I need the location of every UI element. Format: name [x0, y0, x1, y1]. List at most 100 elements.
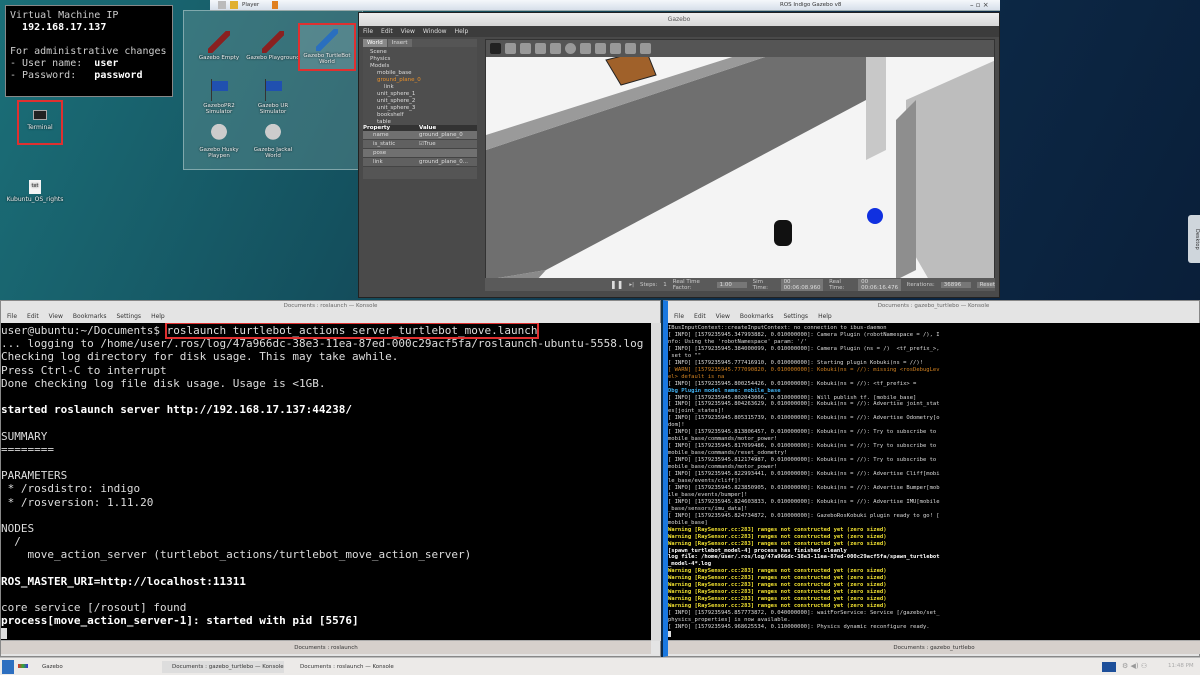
tab-insert[interactable]: Insert [387, 39, 412, 47]
tree-item[interactable]: link [363, 84, 477, 91]
menu-bookmarks[interactable]: Bookmarks [73, 313, 107, 320]
task-konsole-roslaunch[interactable]: Documents : roslaunch — Konsole [290, 661, 394, 673]
menu-view[interactable]: View [49, 313, 63, 320]
vm-toolbar: Player ROS Indigo Gazebo v8 – ▫ × [210, 0, 1000, 11]
konsole-menubar: File Edit View Bookmarks Settings Help [668, 311, 1199, 323]
property-name: is_static [373, 141, 396, 147]
menu-settings[interactable]: Settings [116, 313, 141, 320]
cursor [668, 630, 671, 637]
property-row[interactable]: name ground_plane_0 [363, 131, 477, 140]
property-row[interactable]: is_static ☑ True [363, 140, 477, 149]
tree-item[interactable]: unit_sphere_2 [363, 98, 477, 105]
terminal-line: dom]! [668, 422, 685, 429]
prompt: user@ubuntu:~/Documents$ [1, 324, 167, 337]
scrollbar[interactable] [651, 323, 661, 641]
tree-item[interactable]: Models [363, 63, 477, 70]
tree-item[interactable]: unit_sphere_3 [363, 105, 477, 112]
terminal-output[interactable]: user@ubuntu:~/Documents$ roslaunch turtl… [1, 323, 651, 641]
terminal-line: mobile_base/commands/reset_odometry! [668, 450, 788, 457]
menu-window[interactable]: Window [423, 28, 447, 35]
terminal-line: / [1, 535, 21, 549]
tree-item[interactable]: mobile_base [363, 70, 477, 77]
user-label: - User name: [10, 58, 83, 69]
launcher-item[interactable]: Gazebo TurtleBot World [298, 23, 356, 71]
text-file-icon: txt [29, 180, 41, 194]
real-time-label: Real Time: [829, 278, 845, 291]
launcher-item[interactable]: Gazebo Jackal World [246, 123, 300, 159]
launcher-item[interactable]: Gazebo Empty [192, 31, 246, 61]
desktop-icon-file[interactable]: txt Kubuntu_OS_rights [5, 180, 65, 203]
select-tool-icon[interactable] [490, 43, 501, 54]
terminal-line: el> default is na [668, 373, 725, 380]
pause-button[interactable]: ❚❚ [610, 280, 623, 289]
desktop-side-tab[interactable]: Desktop [1188, 215, 1200, 263]
menu-edit[interactable]: Edit [381, 28, 393, 35]
terminal-line: mobile_base] [668, 519, 708, 526]
player-menu[interactable]: Player [242, 2, 259, 8]
property-row[interactable]: pose [363, 149, 477, 158]
menu-view[interactable]: View [401, 28, 415, 35]
launcher-item[interactable]: Gazebo Playground [246, 31, 300, 61]
reset-button[interactable]: Reset [976, 281, 995, 288]
directional-light-icon[interactable] [625, 43, 636, 54]
menu-file[interactable]: File [363, 28, 373, 35]
terminal-line: _model-4*.log [668, 561, 712, 568]
terminal-line: Dbg Plugin model name: mobile_base [668, 387, 781, 394]
pause-icon[interactable] [272, 1, 278, 9]
terminal-line: _base/sensors/imu_data]! [668, 505, 748, 512]
gazebo-title: Gazebo [359, 13, 999, 26]
box-icon[interactable] [550, 43, 561, 54]
tree-item[interactable]: Scene [363, 49, 477, 56]
terminal-line: [ INFO] [1579235945.805315739, 0.0100000… [668, 415, 940, 422]
sphere-icon[interactable] [565, 43, 576, 54]
menu-settings[interactable]: Settings [783, 313, 808, 320]
translate-tool-icon[interactable] [505, 43, 516, 54]
scale-tool-icon[interactable] [535, 43, 546, 54]
launcher-item[interactable]: Gazebo Husky Playpen [192, 123, 246, 159]
tray-icons[interactable]: ⚙ ◀) ⚇ [1122, 662, 1147, 670]
konsole-tab[interactable]: Documents : gazebo_turtlebo [668, 640, 1200, 654]
system-tray-icon[interactable] [1102, 662, 1116, 672]
step-button[interactable]: ▸| [629, 282, 634, 288]
konsole-tab[interactable]: Documents : roslaunch [1, 640, 651, 654]
property-row[interactable]: link ground_plane_0... [363, 158, 477, 167]
tab-world[interactable]: World [363, 39, 387, 47]
steps-input[interactable]: 1 [663, 282, 667, 288]
kde-menu-icon[interactable] [2, 660, 14, 674]
launcher-item[interactable]: Gazebo UR Simulator [246, 79, 300, 115]
screenshot-icon[interactable] [640, 43, 651, 54]
menu-file[interactable]: File [7, 313, 17, 320]
vm-icon[interactable] [230, 1, 238, 9]
menu-edit[interactable]: Edit [27, 313, 39, 320]
terminal-line: [ INFO] [1579235945.802043066, 0.0100000… [668, 394, 917, 401]
window-controls[interactable]: – ▫ × [970, 1, 989, 9]
spot-light-icon[interactable] [610, 43, 621, 54]
rotate-tool-icon[interactable] [520, 43, 531, 54]
terminal-line: le_base/events/cliff]! [668, 477, 741, 484]
menu-edit[interactable]: Edit [694, 313, 706, 320]
terminal-line: [spawn_turtlebot_model-4] process has fi… [668, 547, 847, 554]
launcher-item[interactable]: GazeboPR2 Simulator [192, 79, 246, 115]
task-konsole-gazebo[interactable]: Documents : gazebo_turtlebo — Konsole [162, 661, 284, 673]
tree-item[interactable]: unit_sphere_1 [363, 91, 477, 98]
tree-item[interactable]: ground_plane_0 [363, 77, 477, 84]
menu-help[interactable]: Help [455, 28, 469, 35]
point-light-icon[interactable] [595, 43, 606, 54]
tree-item[interactable]: Physics [363, 56, 477, 63]
tree-item[interactable]: bookshelf [363, 112, 477, 119]
terminal-line: Warning [RaySensor.cc:283] ranges not co… [668, 540, 887, 547]
desktop-icon-terminal[interactable]: Terminal [17, 100, 63, 145]
task-gazebo[interactable]: Gazebo [32, 661, 63, 673]
menu-help[interactable]: Help [151, 313, 165, 320]
property-value[interactable]: True [424, 140, 436, 148]
cylinder-icon[interactable] [580, 43, 591, 54]
3d-viewport[interactable] [485, 39, 995, 291]
menu-view[interactable]: View [716, 313, 730, 320]
menu-file[interactable]: File [674, 313, 684, 320]
settings-icon[interactable] [218, 1, 226, 9]
pager-icon[interactable] [18, 664, 28, 668]
menu-bookmarks[interactable]: Bookmarks [740, 313, 774, 320]
terminal-output[interactable]: IBusInputContext::createInputContext: no… [668, 323, 1200, 641]
desktop-icon-label: Terminal [27, 124, 53, 131]
menu-help[interactable]: Help [818, 313, 832, 320]
